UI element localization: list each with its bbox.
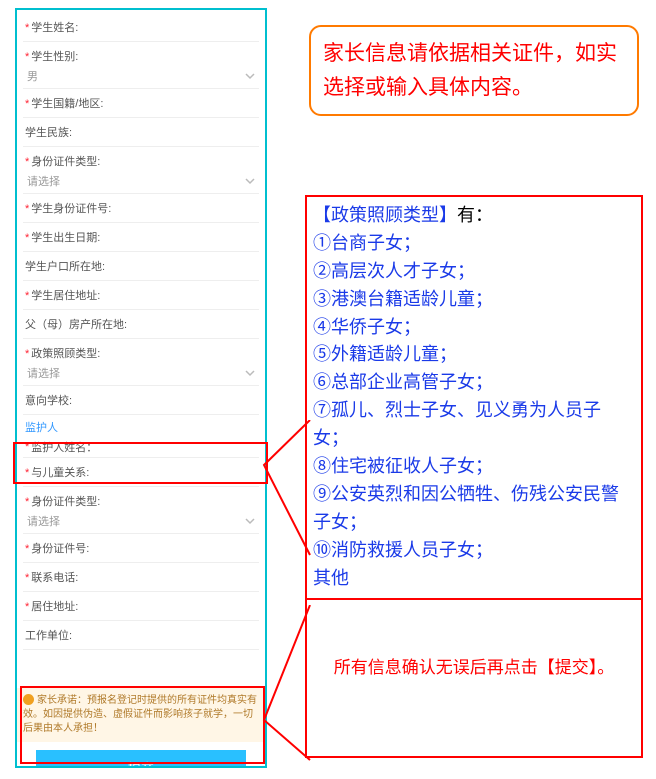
- policy-item: ⑩消防救援人员子女；: [313, 540, 493, 560]
- placeholder-policy-type: 请选择: [27, 365, 60, 381]
- policy-item: 其他: [313, 568, 349, 588]
- policy-item: ⑧住宅被征收人子女；: [313, 456, 493, 476]
- label-student-gender: 学生性别:: [31, 51, 78, 63]
- policy-item: ⑤外籍适龄儿童；: [313, 344, 457, 364]
- callout-confirm: 所有信息确认无误后再点击【提交】。: [305, 598, 643, 758]
- policy-item: ②高层次人才子女；: [313, 261, 475, 281]
- label-residence: 学生居住地址:: [31, 290, 100, 302]
- label-id-number: 学生身份证件号:: [31, 203, 111, 215]
- field-relation[interactable]: *与儿童关系:: [23, 458, 259, 487]
- value-student-gender: 男: [27, 68, 38, 84]
- warning-icon: [23, 694, 34, 705]
- policy-item: ⑨公安英烈和因公牺牲、伤残公安民警子女；: [313, 484, 619, 532]
- section-guardian: 监护人: [23, 417, 259, 437]
- callout-parent-info-text: 家长信息请依据相关证件，如实选择或输入具体内容。: [323, 41, 617, 99]
- label-guardian-name: 监护人姓名：: [31, 439, 97, 455]
- submit-button[interactable]: 提交: [36, 750, 246, 768]
- label-student-ethnic: 学生民族:: [25, 127, 72, 139]
- label-g-workplace: 工作单位:: [25, 630, 72, 642]
- label-student-name: 学生姓名:: [31, 22, 78, 34]
- callout-parent-info: 家长信息请依据相关证件，如实选择或输入具体内容。: [309, 25, 639, 116]
- field-g-id-type[interactable]: *身份证件类型: 请选择: [23, 487, 259, 534]
- field-g-id-number[interactable]: *身份证件号:: [23, 534, 259, 563]
- chevron-down-icon: [245, 71, 255, 81]
- form-body: *学生姓名: *学生性别: 男 *学生国籍/地区: 学生民族: *身份证件类型:…: [17, 10, 265, 688]
- policy-item: ⑦孤儿、烈士子女、见义勇为人员子女；: [313, 400, 601, 448]
- field-parent-property[interactable]: 父（母）房产所在地:: [23, 310, 259, 339]
- select-g-id-type[interactable]: 请选择: [25, 512, 257, 530]
- mobile-form-frame: *学生姓名: *学生性别: 男 *学生国籍/地区: 学生民族: *身份证件类型:…: [15, 8, 267, 768]
- label-id-type: 身份证件类型:: [31, 156, 100, 168]
- label-policy-type: 政策照顾类型:: [31, 348, 100, 360]
- field-target-school[interactable]: 意向学校:: [23, 386, 259, 415]
- chevron-down-icon: [245, 368, 255, 378]
- label-g-id-type: 身份证件类型:: [31, 496, 100, 508]
- submit-bar: 提交: [17, 742, 265, 768]
- field-student-nation[interactable]: *学生国籍/地区:: [23, 89, 259, 118]
- select-student-gender[interactable]: 男: [25, 67, 257, 85]
- field-id-type[interactable]: *身份证件类型: 请选择: [23, 147, 259, 194]
- label-relation: 与儿童关系:: [31, 467, 89, 479]
- policy-item: ①台商子女；: [313, 233, 421, 253]
- label-target-school: 意向学校:: [25, 395, 72, 407]
- field-g-address[interactable]: *居住地址:: [23, 592, 259, 621]
- label-student-nation: 学生国籍/地区:: [31, 98, 103, 110]
- confirm-text: 所有信息确认无误后再点击【提交】。: [334, 658, 615, 677]
- policy-item: ⑥总部企业高管子女；: [313, 372, 493, 392]
- select-id-type[interactable]: 请选择: [25, 172, 257, 190]
- declare-box: 家长承诺：预报名登记时提供的所有证件均真实有效。如因提供伪造、虚假证件而影响孩子…: [17, 688, 265, 742]
- pointer-to-guardian: [262, 420, 317, 560]
- label-g-id-number: 身份证件号:: [31, 543, 89, 555]
- field-id-number[interactable]: *学生身份证件号:: [23, 194, 259, 223]
- field-student-gender[interactable]: *学生性别: 男: [23, 42, 259, 89]
- label-g-address: 居住地址:: [31, 601, 78, 613]
- field-policy-type[interactable]: *政策照顾类型: 请选择: [23, 339, 259, 386]
- chevron-down-icon: [245, 516, 255, 526]
- policy-item: ④华侨子女；: [313, 317, 421, 337]
- field-g-workplace[interactable]: 工作单位:: [23, 621, 259, 650]
- policy-title: 【政策照顾类型】: [313, 205, 457, 225]
- select-policy-type[interactable]: 请选择: [25, 364, 257, 382]
- field-household[interactable]: 学生户口所在地:: [23, 252, 259, 281]
- field-student-ethnic[interactable]: 学生民族:: [23, 118, 259, 147]
- policy-item: ③港澳台籍适龄儿童；: [313, 289, 493, 309]
- label-birthday: 学生出生日期:: [31, 232, 100, 244]
- label-g-phone: 联系电话:: [31, 572, 78, 584]
- callout-policy: 【政策照顾类型】有： ①台商子女； ②高层次人才子女； ③港澳台籍适龄儿童； ④…: [305, 195, 643, 600]
- field-guardian-name[interactable]: *监护人姓名：: [23, 437, 259, 458]
- policy-title-suffix: 有：: [457, 205, 493, 225]
- field-g-phone[interactable]: *联系电话:: [23, 563, 259, 592]
- field-student-name[interactable]: *学生姓名:: [23, 13, 259, 42]
- chevron-down-icon: [245, 176, 255, 186]
- field-residence[interactable]: *学生居住地址:: [23, 281, 259, 310]
- placeholder-g-id-type: 请选择: [27, 513, 60, 529]
- placeholder-id-type: 请选择: [27, 173, 60, 189]
- field-birthday[interactable]: *学生出生日期:: [23, 223, 259, 252]
- declare-text: 家长承诺：预报名登记时提供的所有证件均真实有效。如因提供伪造、虚假证件而影响孩子…: [23, 695, 257, 734]
- pointer-to-submit: [262, 605, 317, 765]
- label-parent-property: 父（母）房产所在地:: [25, 319, 127, 331]
- label-household: 学生户口所在地:: [25, 261, 105, 273]
